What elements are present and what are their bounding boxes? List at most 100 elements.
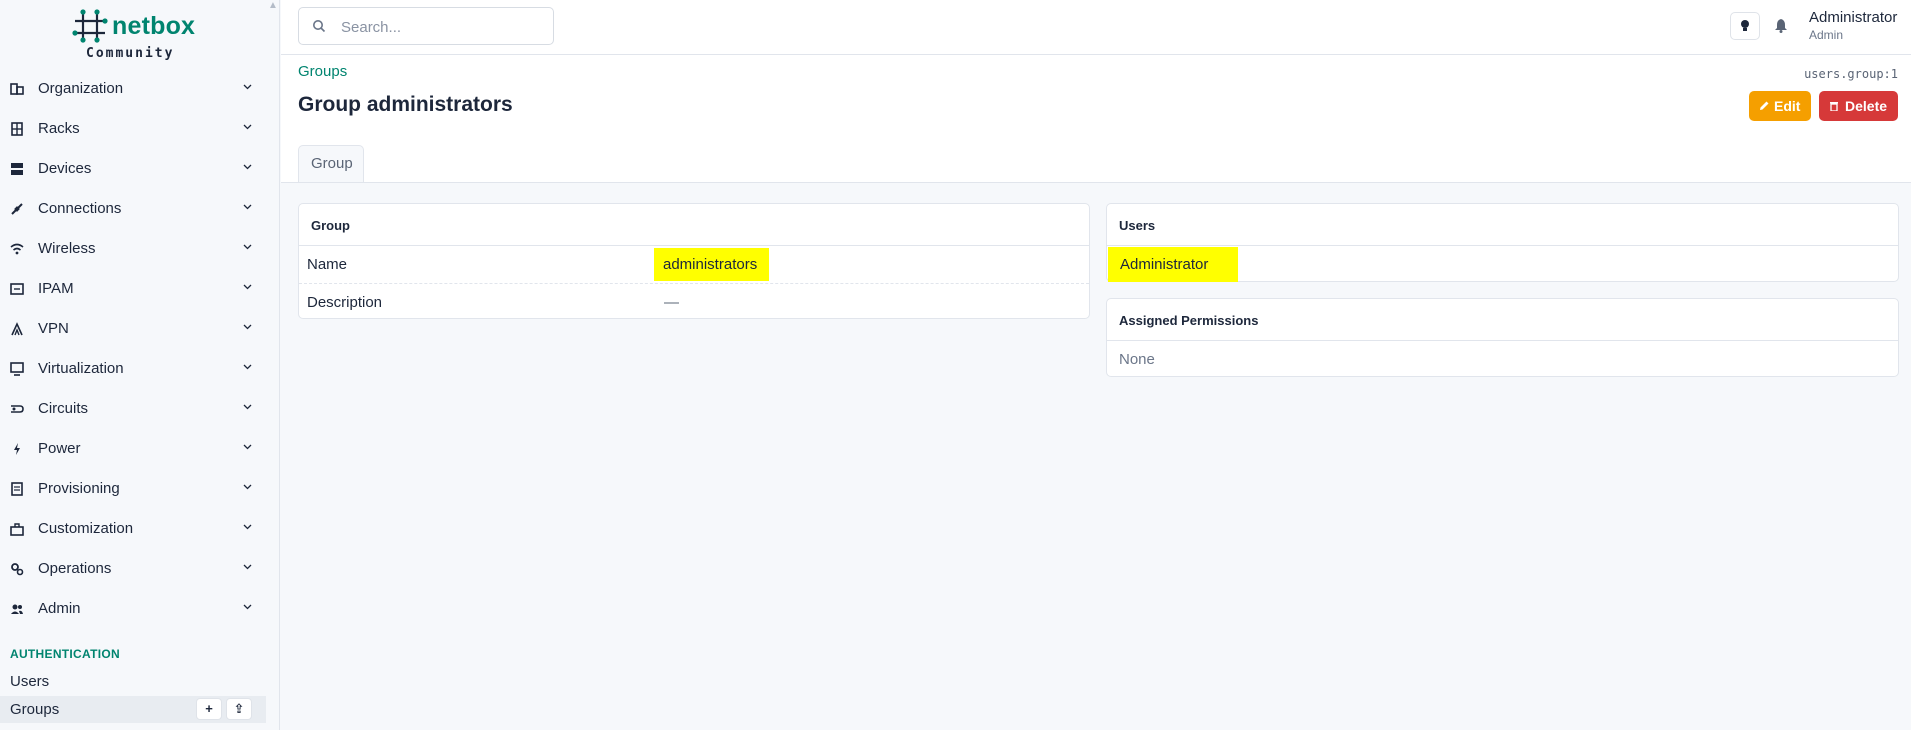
row-key: Description [307,294,383,311]
chevron-down-icon [243,444,252,450]
menu-vpn[interactable]: VPN [0,310,268,350]
tab-group[interactable]: Group [298,145,364,182]
add-group-button[interactable]: + [196,698,222,720]
section-title-authentication: AUTHENTICATION [10,647,120,661]
card-title: Users [1119,218,1156,233]
rack-icon [11,122,23,136]
delete-button[interactable]: Delete [1819,91,1898,121]
menu-customization[interactable]: Customization [0,510,268,550]
highlighted-value: administrators [654,248,769,281]
menu-operations[interactable]: Operations [0,550,268,590]
edit-button[interactable]: Edit [1749,91,1811,121]
sidebar-item-users[interactable]: Users [0,668,266,695]
chevron-down-icon [243,564,252,570]
file-document-icon [11,482,23,496]
lightbulb-icon [1741,20,1749,31]
scroll-up-arrow[interactable]: ▲ [268,0,278,11]
menu-label: Provisioning [38,480,120,497]
menu-virtualization[interactable]: Virtualization [0,350,268,390]
top-bar: Administrator Admin [281,0,1911,55]
counter-icon [10,283,24,295]
breadcrumb[interactable]: Groups [298,63,347,80]
empty-state-text: None [1119,351,1155,368]
search-icon [313,20,326,33]
menu-wireless[interactable]: Wireless [0,230,268,270]
menu-label: Connections [38,200,122,217]
search-box[interactable] [298,7,554,45]
menu-label: Virtualization [38,360,124,377]
menu-admin[interactable]: Admin [0,590,268,630]
menu-label: Devices [38,160,92,177]
highlighted-value: Administrator [1108,247,1238,282]
monitor-icon [10,362,24,376]
chevron-down-icon [243,244,252,250]
menu-connections[interactable]: Connections [0,190,268,230]
description-value: — [664,294,679,311]
user-menu-name[interactable]: Administrator [1809,9,1897,26]
menu-label: VPN [38,320,69,337]
cable-icon [11,203,23,215]
card-header: Group [299,204,1089,246]
menu-racks[interactable]: Racks [0,110,268,150]
tunnel-icon [11,322,23,336]
users-card: Users Administrator [1106,203,1899,282]
menu-label: Wireless [38,240,96,257]
domain-icon [10,83,24,95]
menu-circuits[interactable]: Circuits [0,390,268,430]
table-row: Description — [299,283,1089,321]
chevron-down-icon [243,204,252,210]
pencil-icon [1760,101,1769,110]
menu-power[interactable]: Power [0,430,268,470]
menu-ipam[interactable]: IPAM [0,270,268,310]
menu-label: Organization [38,80,124,97]
list-item[interactable]: Administrator [1107,246,1898,283]
chevron-down-icon [243,364,252,370]
server-icon [11,163,23,175]
card-header: Assigned Permissions [1107,299,1898,341]
sidebar-item-label: Groups [10,701,60,718]
search-input[interactable] [339,16,543,38]
chevron-down-icon [243,164,252,170]
theme-toggle-button[interactable] [1730,12,1760,40]
sidebar-item-label: Users [10,673,50,690]
page-title: Group administrators [298,93,513,116]
user-menu-role: Admin [1809,28,1844,42]
menu-label: Admin [38,600,81,617]
main-menu: Organization Racks Devices Connections W… [0,70,268,630]
transit-icon [11,405,24,413]
chevron-down-icon [243,404,252,410]
trash-icon [1830,102,1838,111]
menu-label: Operations [38,560,112,577]
chevron-down-icon [243,84,252,90]
page-header: Groups users.group:1 Group administrator… [281,55,1911,183]
table-row: Name administrators [299,246,1089,283]
account-multiple-icon [11,604,23,614]
tab-label: Group [311,155,353,172]
group-card: Group Name administrators Description — [298,203,1090,319]
wifi-icon [10,243,24,255]
sidebar-item-groups[interactable]: Groups + ⇪ [0,696,266,723]
card-title: Group [311,218,350,233]
import-groups-button[interactable]: ⇪ [226,698,252,720]
card-header: Users [1107,204,1898,246]
netbox-logo-icon [72,9,108,43]
menu-label: Racks [38,120,80,137]
brand-edition: Community [86,46,175,61]
row-key: Name [307,256,348,273]
assigned-permissions-card: Assigned Permissions None [1106,298,1899,377]
edit-button-label: Edit [1774,98,1801,114]
object-identifier: users.group:1 [1804,67,1898,81]
menu-label: Circuits [38,400,89,417]
menu-provisioning[interactable]: Provisioning [0,470,268,510]
sidebar: ▲ netbox Community Organization Racks De… [0,0,280,730]
netbox-logo[interactable]: netbox Community [72,8,202,61]
menu-devices[interactable]: Devices [0,150,268,190]
chevron-down-icon [243,524,252,530]
menu-label: IPAM [38,280,74,297]
list-item: None [1107,341,1898,378]
bell-icon[interactable] [1774,18,1788,33]
menu-organization[interactable]: Organization [0,70,268,110]
chevron-down-icon [243,604,252,610]
user-link[interactable]: Administrator [1120,256,1208,273]
toolbox-icon [10,523,24,536]
